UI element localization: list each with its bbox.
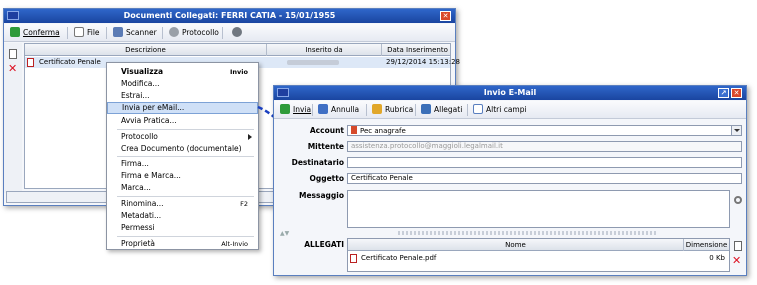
- email-window: Invio E-Mail ↗ ✕ Invia Annulla Rubrica A…: [273, 85, 747, 276]
- message-textarea[interactable]: [347, 190, 730, 228]
- recipient-label: Destinatario: [291, 158, 344, 167]
- email-toolbar: Invia Annulla Rubrica Allegati Altri cam…: [274, 101, 746, 119]
- fields-icon: [473, 104, 483, 114]
- addressbook-button[interactable]: Rubrica: [372, 104, 413, 116]
- attachment-size: 0 Kb: [709, 254, 725, 262]
- addressbook-icon: [372, 104, 382, 114]
- check-icon: [280, 104, 290, 114]
- undo-icon: [318, 104, 328, 114]
- table-row[interactable]: Certificato Penale.pdf 0 Kb: [348, 253, 729, 264]
- new-attachment-icon[interactable]: [734, 241, 742, 251]
- subject-field[interactable]: Certificato Penale: [347, 173, 742, 184]
- chevron-down-icon[interactable]: [731, 126, 741, 135]
- account-value: Pec anagrafe: [360, 127, 406, 135]
- message-label: Messaggio: [299, 191, 344, 200]
- sender-label: Mittente: [307, 142, 344, 151]
- attachments-grid-header: Nome Dimensione: [348, 239, 729, 251]
- send-label: Invia: [293, 105, 312, 114]
- attachments-grid: Nome Dimensione Certificato Penale.pdf 0…: [347, 238, 730, 272]
- account-select[interactable]: Pec anagrafe: [347, 125, 742, 136]
- column-name[interactable]: Nome: [348, 239, 684, 251]
- cancel-label: Annulla: [331, 105, 360, 114]
- attachment-name: Certificato Penale.pdf: [361, 254, 437, 262]
- paperclip-icon[interactable]: [734, 196, 742, 204]
- splitter-grip[interactable]: [398, 231, 658, 235]
- cancel-button[interactable]: Annulla: [318, 104, 359, 116]
- column-size[interactable]: Dimensione: [684, 239, 729, 251]
- attachments-section-label: ALLEGATI: [304, 240, 344, 249]
- paperclip-icon: [421, 104, 431, 114]
- attachments-label: Allegati: [434, 105, 463, 114]
- send-button[interactable]: Invia: [280, 104, 311, 116]
- pec-icon: [351, 126, 357, 134]
- pdf-icon: [350, 253, 357, 264]
- email-window-titlebar[interactable]: Invio E-Mail ↗ ✕: [274, 86, 746, 100]
- collapse-arrows-icon[interactable]: ▲▼: [280, 230, 289, 237]
- maximize-icon[interactable]: ↗: [718, 88, 729, 98]
- delete-icon[interactable]: ✕: [732, 255, 741, 266]
- other-fields-label: Altri campi: [486, 105, 527, 114]
- account-label: Account: [309, 126, 344, 135]
- other-fields-button[interactable]: Altri campi: [473, 104, 527, 116]
- attachments-button[interactable]: Allegati: [421, 104, 462, 116]
- addressbook-label: Rubrica: [385, 105, 414, 114]
- email-window-title: Invio E-Mail: [483, 88, 537, 97]
- sender-field[interactable]: assistenza.protocollo@maggioli.legalmail…: [347, 141, 742, 152]
- close-icon[interactable]: ✕: [731, 88, 742, 98]
- subject-label: Oggetto: [309, 174, 344, 183]
- recipient-field[interactable]: [347, 157, 742, 168]
- app-flag-icon: [277, 88, 289, 97]
